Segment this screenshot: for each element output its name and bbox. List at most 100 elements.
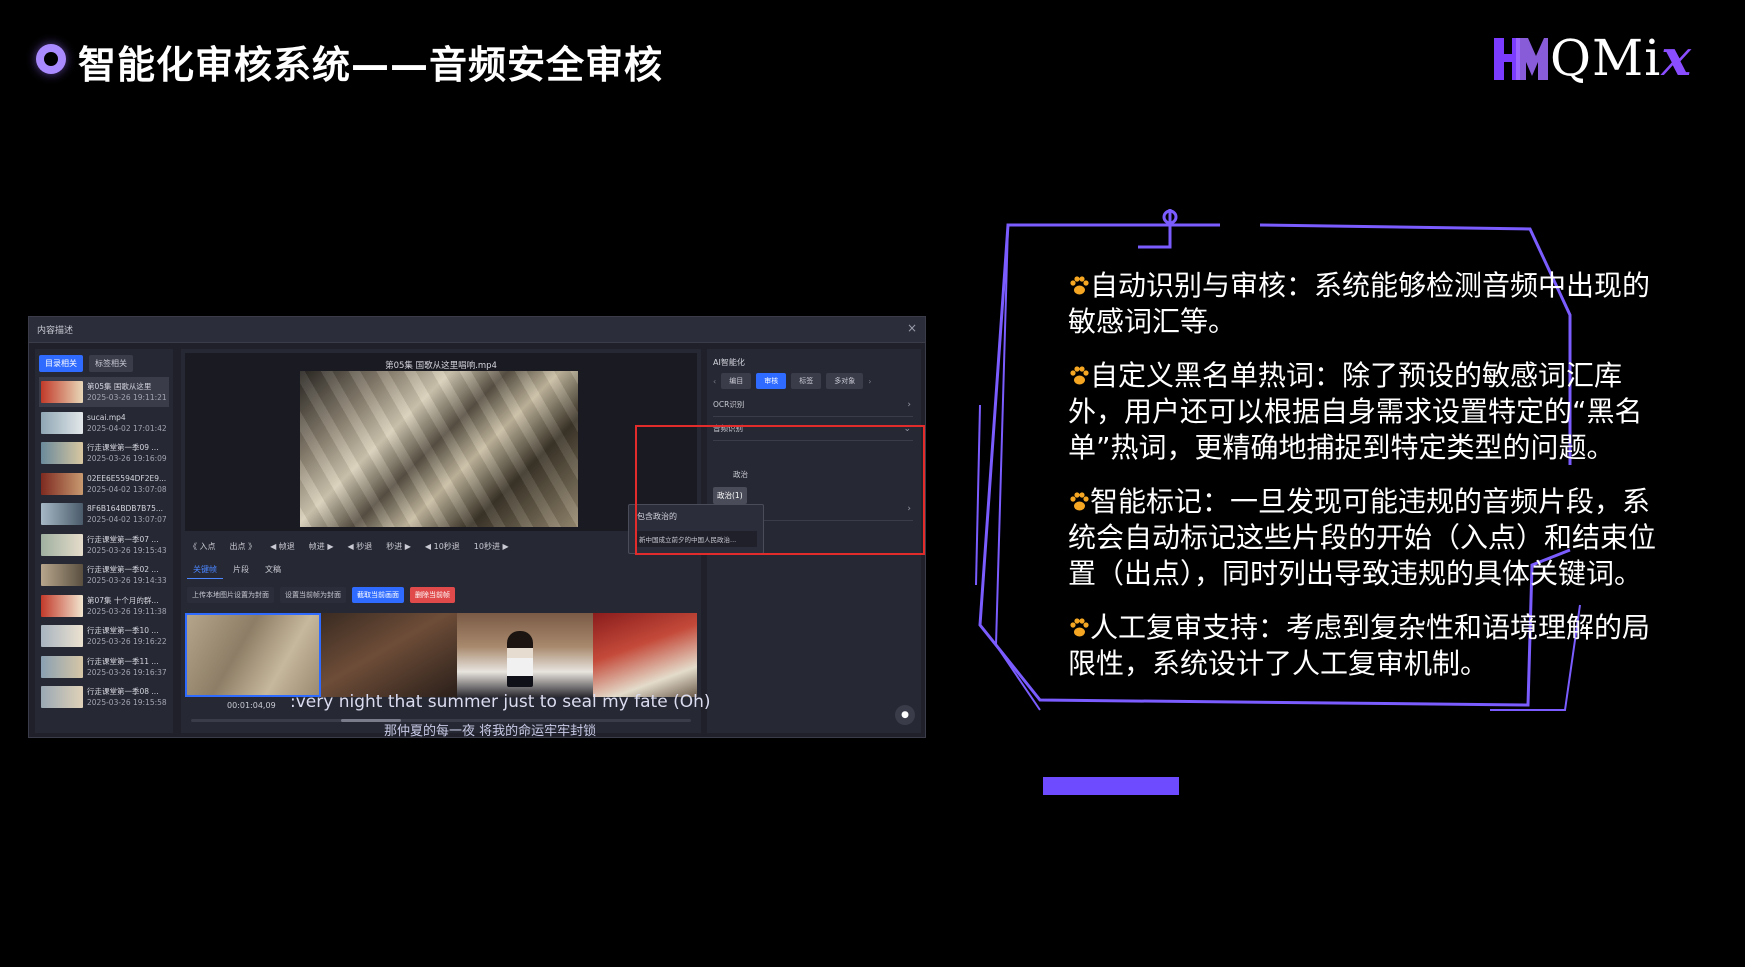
- file-name: 8F6B164BDB7B75...: [87, 504, 163, 513]
- tab-transcript[interactable]: 文稿: [259, 561, 287, 579]
- tab-multi-object[interactable]: 多对象: [826, 373, 864, 389]
- feature-point-text: 智能标记：一旦发现可能违规的音频片段，系统会自动标记这些片段的开始（入点）和结束…: [1068, 485, 1657, 590]
- keyframe-thumbnail[interactable]: [457, 613, 593, 697]
- playback-control-button[interactable]: 帧进 ▶: [309, 541, 334, 552]
- file-list-pane: 目录相关 标签相关 第05集 国歌从这里 2025-03-26 19:11:21 s…: [35, 349, 173, 733]
- video-player[interactable]: 第05集 国歌从这里唱响.mp4: [185, 353, 697, 531]
- feature-point: 人工复审支持：考虑到复杂性和语境理解的局限性，系统设计了人工复审机制。: [1068, 610, 1658, 682]
- ocr-label: OCR识别: [713, 400, 745, 409]
- file-meta: 02EE6E5594DF2E9... 2025-04-02 13:07:08: [87, 473, 167, 495]
- file-meta: 8F6B164BDB7B75... 2025-04-02 13:07:07: [87, 503, 167, 525]
- chat-icon[interactable]: ●: [895, 705, 915, 725]
- file-thumbnail: [41, 442, 83, 464]
- logo-text: QMix: [1550, 28, 1692, 87]
- file-date: 2025-03-26 19:16:22: [87, 637, 167, 646]
- logo-text-main: QMi: [1550, 29, 1662, 87]
- feature-points: 自动识别与审核：系统能够检测音频中出现的敏感词汇等。 自定义黑名单热词：除了预设的…: [1068, 268, 1658, 700]
- paw-icon: [1070, 276, 1089, 295]
- feature-point-body: 智能标记：一旦发现可能违规的音频片段，系统会自动标记这些片段的开始（入点）和结束…: [1068, 484, 1658, 592]
- playback-control-button[interactable]: 《 入点: [189, 541, 216, 552]
- app-titlebar: 内容描述 ×: [29, 317, 925, 343]
- file-list-item[interactable]: 第07集 十个月的群... 2025-03-26 19:11:38: [39, 591, 169, 621]
- close-icon[interactable]: ×: [907, 321, 917, 335]
- file-name: 02EE6E5594DF2E9...: [87, 473, 167, 483]
- file-date: 2025-04-02 13:07:07: [87, 515, 167, 524]
- sub-tabs: 关键帧 片段 文稿: [187, 561, 287, 579]
- feature-point-body: 人工复审支持：考虑到复杂性和语境理解的局限性，系统设计了人工复审机制。: [1068, 610, 1658, 682]
- file-list-item[interactable]: 行走课堂第一季08 ... 2025-03-26 19:15:58: [39, 682, 169, 712]
- file-list-item[interactable]: 行走课堂第一季07 ... 2025-03-26 19:15:43: [39, 530, 169, 560]
- chevron-right-icon[interactable]: ›: [868, 377, 871, 386]
- feature-point: 自定义黑名单热词：除了预设的敏感词汇库外，用户还可以根据自身需求设置特定的“黑名…: [1068, 358, 1658, 466]
- file-meta: 第07集 十个月的群... 2025-03-26 19:11:38: [87, 595, 167, 617]
- file-list-item[interactable]: 第05集 国歌从这里 2025-03-26 19:11:21: [39, 377, 169, 407]
- file-thumbnail: [41, 594, 83, 617]
- playback-control-button[interactable]: 10秒进 ▶: [474, 541, 509, 552]
- player-pane: 第05集 国歌从这里唱响.mp4 《 入点 出点 》 ◀ 帧退 帧进 ▶ ◀ 秒退 秒进 …: [181, 349, 701, 733]
- tab-label[interactable]: 标签: [791, 373, 822, 389]
- file-list: 第05集 国歌从这里 2025-03-26 19:11:21 sucai.mp4 20…: [39, 377, 169, 713]
- feature-point: 智能标记：一旦发现可能违规的音频片段，系统会自动标记这些片段的开始（入点）和结束…: [1068, 484, 1658, 592]
- logo-text-x: x: [1661, 28, 1692, 87]
- file-name: 行走课堂第一季07 ...: [87, 534, 159, 544]
- tab-catalog[interactable]: 目录相关: [39, 355, 83, 372]
- frame-action-button[interactable]: 设置当前帧为封面: [280, 587, 346, 603]
- video-frame: [300, 371, 578, 527]
- file-name: 行走课堂第一季11 ...: [87, 656, 159, 666]
- file-list-item[interactable]: 行走课堂第一季10 ... 2025-03-26 19:16:22: [39, 621, 169, 651]
- logo-mark-icon: [1494, 38, 1548, 80]
- file-meta: 行走课堂第一季02 ... 2025-03-26 19:14:33: [87, 564, 167, 586]
- keyframe-thumbnail[interactable]: [185, 613, 321, 697]
- file-date: 2025-03-26 19:11:38: [87, 606, 167, 616]
- file-thumbnail: [41, 533, 83, 556]
- playback-control-button[interactable]: 秒进 ▶: [386, 541, 411, 552]
- paw-icon: [1070, 618, 1089, 637]
- file-list-item[interactable]: 8F6B164BDB7B75... 2025-04-02 13:07:07: [39, 499, 169, 529]
- keyframe-thumbnail[interactable]: [321, 613, 457, 697]
- file-name: 行走课堂第一季02 ...: [87, 565, 159, 574]
- file-list-item[interactable]: 行走课堂第一季09 ... 2025-03-26 19:16:09: [39, 438, 169, 468]
- playback-control-button[interactable]: ◀ 10秒退: [425, 541, 460, 552]
- playback-control-button[interactable]: ◀ 帧退: [270, 541, 295, 552]
- subtitle-english: :very night that summer just to seal my …: [290, 692, 711, 712]
- tab-segments[interactable]: 片段: [227, 561, 255, 579]
- file-meta: 行走课堂第一季11 ... 2025-03-26 19:16:37: [87, 656, 167, 678]
- ai-panel-title: AI智能化: [713, 358, 745, 367]
- file-meta: 行走课堂第一季07 ... 2025-03-26 19:15:43: [87, 534, 167, 556]
- file-thumbnail: [41, 381, 83, 403]
- file-date: 2025-03-26 19:15:43: [87, 545, 167, 555]
- file-list-item[interactable]: sucai.mp4 2025-04-02 17:01:42: [39, 408, 169, 438]
- chevron-left-icon[interactable]: ‹: [713, 377, 716, 386]
- file-thumbnail: [41, 686, 83, 708]
- file-thumbnail: [41, 625, 83, 647]
- file-meta: 第05集 国歌从这里 2025-03-26 19:11:21: [87, 381, 167, 403]
- tab-keyframes[interactable]: 关键帧: [187, 561, 223, 579]
- file-thumbnail: [41, 472, 83, 495]
- file-date: 2025-03-26 19:11:21: [87, 393, 167, 402]
- frame-action-button[interactable]: 截取当前画面: [352, 587, 404, 603]
- file-thumbnail: [41, 503, 83, 525]
- frame-action-button[interactable]: 删除当前帧: [410, 587, 455, 603]
- paw-icon: [1070, 492, 1089, 511]
- file-date: 2025-03-26 19:16:09: [87, 454, 167, 463]
- file-date: 2025-04-02 13:07:08: [87, 484, 167, 494]
- tab-review[interactable]: 审核: [756, 373, 787, 389]
- file-name: sucai.mp4: [87, 412, 126, 422]
- file-meta: 行走课堂第一季10 ... 2025-03-26 19:16:22: [87, 625, 167, 647]
- frame-actions: 上传本地图片设置为封面 设置当前帧为封面 截取当前画面 删除当前帧: [187, 587, 455, 603]
- ocr-section[interactable]: OCR识别 ›: [713, 399, 913, 417]
- file-list-item[interactable]: 02EE6E5594DF2E9... 2025-04-02 13:07:08: [39, 469, 169, 499]
- tab-tags[interactable]: 标签相关: [89, 355, 133, 372]
- file-list-item[interactable]: 行走课堂第一季11 ... 2025-03-26 19:16:37: [39, 652, 169, 682]
- file-name: 第07集 十个月的群...: [87, 595, 159, 605]
- frame-action-button[interactable]: 上传本地图片设置为封面: [187, 587, 274, 603]
- playback-control-button[interactable]: ◀ 秒退: [348, 541, 373, 552]
- file-thumbnail: [41, 564, 83, 586]
- playback-control-button[interactable]: 出点 》: [230, 541, 257, 552]
- file-list-item[interactable]: 行走课堂第一季02 ... 2025-03-26 19:14:33: [39, 560, 169, 590]
- title-bullet-icon: [36, 44, 66, 74]
- tab-catalog-ai[interactable]: 编目: [721, 373, 752, 389]
- app-window-title: 内容描述: [37, 326, 74, 336]
- qmix-logo: QMix: [1490, 28, 1705, 88]
- keyframe-thumbnail[interactable]: [593, 613, 697, 697]
